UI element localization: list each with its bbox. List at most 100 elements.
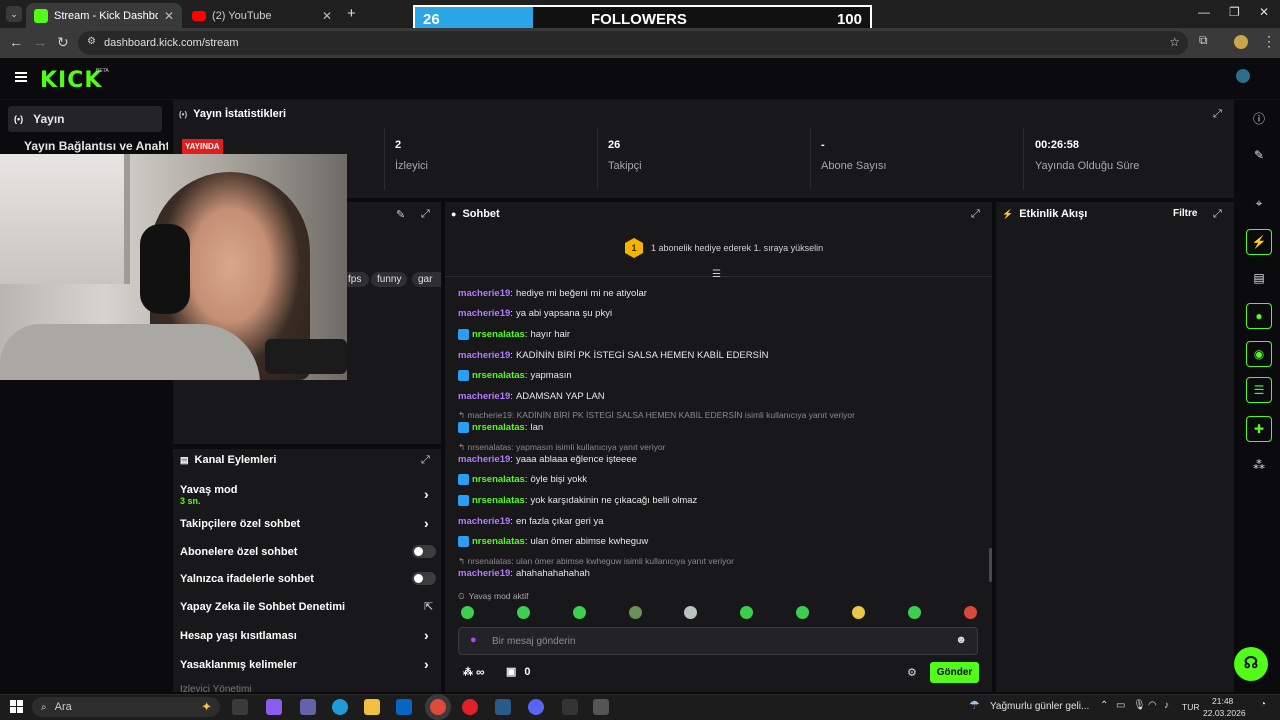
weather-text[interactable]: Yağmurlu günler geli... (990, 701, 1089, 712)
info-icon[interactable]: ⓘ (1246, 105, 1272, 131)
expand-icon[interactable]: ⤢ (421, 208, 430, 221)
reply-context[interactable]: ↰ macherie19: KADİNİN BİRİ PK İSTEGİ SAL… (458, 410, 855, 421)
emote-icon[interactable] (740, 606, 753, 619)
game-launcher-icon[interactable] (593, 699, 609, 715)
channel-points-button[interactable]: ⁂ ∞ (463, 665, 485, 679)
emote-icon[interactable] (517, 606, 530, 619)
profile-avatar[interactable] (1234, 35, 1248, 49)
hamburger-menu-icon[interactable] (15, 72, 27, 82)
obs-icon[interactable] (562, 699, 578, 715)
microphone-icon[interactable]: ● (470, 634, 477, 646)
close-tab-icon[interactable]: ✕ (322, 9, 332, 23)
lightning-rail-icon[interactable]: ⚡ (1246, 229, 1272, 255)
forward-icon[interactable]: → (33, 34, 47, 50)
reply-context[interactable]: ↰ nrsenalatas: yapmasın isimli kullanıcı… (458, 442, 665, 453)
mic-tray-icon[interactable]: 🎙 (1133, 700, 1146, 711)
notification-icon[interactable]: ◔ (1260, 699, 1266, 710)
tab-youtube[interactable]: (2) YouTube ✕ (184, 3, 340, 28)
expand-icon[interactable]: ⤢ (971, 208, 980, 221)
chevron-right-icon[interactable]: › (424, 656, 429, 672)
emote-icon[interactable] (684, 606, 697, 619)
close-tab-icon[interactable]: ✕ (164, 9, 174, 23)
chat-username[interactable]: nrsenalatas (472, 422, 525, 433)
chat-rail-icon[interactable]: ● (1246, 303, 1272, 329)
tag-funny[interactable]: funny (371, 272, 408, 287)
viewer-management-cutoff[interactable]: İzleyici Yönetimi (180, 684, 252, 692)
wrench-icon[interactable]: ✚ (1246, 416, 1272, 442)
expand-icon[interactable]: ⤢ (1213, 208, 1222, 221)
chat-username[interactable]: macherie19 (458, 516, 510, 527)
emote-icon[interactable] (852, 606, 865, 619)
language-indicator[interactable]: TUR (1182, 702, 1199, 712)
chat-username[interactable]: macherie19 (458, 568, 510, 579)
emote-icon[interactable] (461, 606, 474, 619)
broadcast-rail-icon[interactable]: ◉ (1246, 341, 1272, 367)
gift-button[interactable]: ▣ 0 (506, 665, 531, 679)
clock-time[interactable]: 21:48 (1212, 696, 1233, 706)
maximize-icon[interactable]: ❐ (1229, 5, 1240, 19)
new-tab-icon[interactable]: + (347, 5, 356, 22)
chat-username[interactable]: macherie19 (458, 308, 510, 319)
layout-rail-icon[interactable]: ☰ (1246, 377, 1272, 403)
weather-icon[interactable]: ☂ (969, 698, 980, 712)
chat-settings-icon[interactable]: ⚙ (907, 666, 917, 679)
edge-icon[interactable] (332, 699, 348, 715)
tray-chevron-icon[interactable]: ⌃ (1100, 700, 1108, 711)
filter-button[interactable]: Filtre (1173, 208, 1197, 219)
kick-logo[interactable]: KICK (40, 68, 102, 93)
wifi-icon[interactable]: ◠ (1148, 700, 1157, 711)
opera-icon[interactable] (462, 699, 478, 715)
close-window-icon[interactable]: ✕ (1259, 5, 1269, 19)
chat-username[interactable]: nrsenalatas (472, 536, 525, 547)
sidebar-item-yayin[interactable]: (•) Yayın (8, 106, 162, 132)
chat-username[interactable]: nrsenalatas (472, 329, 525, 340)
external-link-icon[interactable]: ⇱ (424, 600, 433, 613)
reload-icon[interactable]: ↻ (57, 34, 69, 51)
edit-icon[interactable]: ✎ (396, 208, 405, 221)
outlook-icon[interactable] (396, 699, 412, 715)
clock-date[interactable]: 22.03.2026 (1203, 708, 1246, 718)
tag-gar[interactable]: gar (412, 272, 441, 287)
extensions-icon[interactable]: ⧉ (1199, 33, 1208, 48)
emotes-only-toggle[interactable] (412, 572, 436, 585)
reply-context[interactable]: ↰ nrsenalatas: ulan ömer abimse kwheguw … (458, 556, 734, 567)
action-account-age[interactable]: Hesap yaşı kısıtlaması (180, 630, 297, 642)
user-avatar[interactable] (1236, 69, 1250, 83)
focus-icon[interactable]: ⌖ (1246, 190, 1272, 216)
edit-rail-icon[interactable]: ✎ (1246, 142, 1272, 168)
chevron-right-icon[interactable]: › (424, 486, 429, 502)
chat-username[interactable]: nrsenalatas (472, 370, 525, 381)
emote-icon[interactable] (908, 606, 921, 619)
network-icon[interactable]: ▭ (1116, 700, 1125, 711)
windows-start-icon[interactable] (10, 700, 23, 713)
tab-list-dropdown-icon[interactable]: ⌄ (6, 6, 22, 22)
chrome-icon[interactable] (430, 699, 446, 715)
task-view-icon[interactable] (232, 699, 248, 715)
taskbar-search[interactable]: ⌕ Ara ✦ (32, 697, 220, 717)
chevron-right-icon[interactable]: › (424, 515, 429, 531)
volume-icon[interactable]: ♪ (1164, 700, 1169, 711)
discord-icon[interactable] (528, 699, 544, 715)
back-icon[interactable]: ← (9, 34, 23, 50)
chat-input[interactable]: ● Bir mesaj gönderin ☻ (458, 627, 978, 655)
chat-username[interactable]: nrsenalatas (472, 495, 525, 506)
clipboard-icon[interactable]: ▤ (1246, 265, 1272, 291)
emote-icon[interactable] (573, 606, 586, 619)
action-subscribers-only[interactable]: Abonelere özel sohbet (180, 546, 297, 558)
steam-icon[interactable] (495, 699, 511, 715)
tab-kick-dashboard[interactable]: Stream - Kick Dashboard ✕ (26, 3, 182, 28)
chat-username[interactable]: macherie19 (458, 350, 510, 361)
browser-menu-icon[interactable]: ⋮ (1262, 33, 1276, 50)
gift-promo-text[interactable]: 1 abonelik hediye ederek 1. sıraya yükse… (651, 243, 823, 253)
action-ai-moderation[interactable]: Yapay Zeka ile Sohbet Denetimi (180, 601, 345, 613)
chat-username[interactable]: macherie19 (458, 454, 510, 465)
chat-username[interactable]: macherie19 (458, 391, 510, 402)
chevron-right-icon[interactable]: › (424, 627, 429, 643)
minimize-icon[interactable]: — (1198, 5, 1210, 19)
action-emotes-only[interactable]: Yalnızca ifadelerle sohbet (180, 573, 314, 585)
chat-username[interactable]: nrsenalatas (472, 474, 525, 485)
teams-icon[interactable] (300, 699, 316, 715)
subscribers-only-toggle[interactable] (412, 545, 436, 558)
emote-icon[interactable] (629, 606, 642, 619)
emote-icon[interactable] (796, 606, 809, 619)
